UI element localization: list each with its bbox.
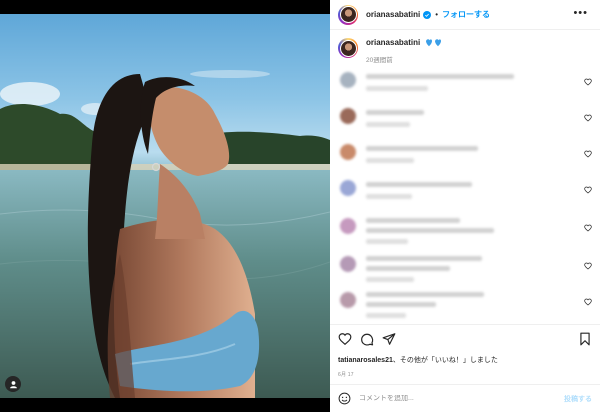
comment-avatar[interactable] [340, 256, 356, 272]
comment-like-heart-icon[interactable] [584, 150, 592, 158]
more-options-button[interactable]: ••• [573, 8, 588, 19]
author-username[interactable]: orianasabatini [366, 10, 420, 19]
comment-text-blurred [366, 218, 460, 223]
comment-text-blurred [366, 302, 436, 307]
comment-meta-blurred [366, 313, 406, 318]
comment-meta-blurred [366, 122, 410, 127]
post-comment-button[interactable]: 投稿する [564, 394, 592, 404]
post-photo[interactable] [0, 14, 330, 398]
comment-item [330, 138, 600, 172]
comment-text-blurred [366, 146, 478, 151]
comment-like-heart-icon[interactable] [584, 298, 592, 306]
caption-username[interactable]: orianasabatini [366, 38, 420, 47]
action-bar [338, 332, 396, 346]
post-actions-section: tatianarosales21、その他が「いいね！」しました 6月 17 [330, 324, 600, 380]
comment-avatar[interactable] [340, 180, 356, 196]
emoji-picker-button[interactable] [338, 392, 351, 405]
bookmark-icon [580, 332, 590, 346]
comment-like-heart-icon[interactable] [584, 262, 592, 270]
comment-text-blurred [366, 182, 472, 187]
instagram-post-modal: orianasabatini • フォローする ••• orianasabati… [0, 0, 600, 412]
smiley-icon [338, 392, 351, 405]
likes-text: 、その他が「いいね！」しました [392, 357, 498, 364]
comment-meta-blurred [366, 86, 428, 91]
comment-avatar[interactable] [340, 72, 356, 88]
comment-item [330, 286, 600, 320]
wave-emoji-icon [435, 39, 442, 47]
speech-bubble-icon [361, 333, 374, 346]
comment-text-blurred [366, 256, 482, 261]
post-info-panel: orianasabatini • フォローする ••• orianasabati… [330, 0, 600, 412]
caption-time-ago: 20週間前 [366, 57, 393, 64]
comment-item [330, 66, 600, 100]
caption-emojis [425, 38, 442, 47]
comment-like-heart-icon[interactable] [584, 78, 592, 86]
wave-emoji-icon [426, 39, 433, 47]
tagged-users-button[interactable] [5, 376, 21, 392]
comment-meta-blurred [366, 158, 414, 163]
comment-avatar[interactable] [340, 108, 356, 124]
comment-input[interactable] [359, 395, 564, 402]
comment-meta-blurred [366, 277, 414, 282]
post-date: 6月 17 [338, 372, 354, 378]
comment-like-heart-icon[interactable] [584, 224, 592, 232]
comment-text-blurred [366, 228, 494, 233]
person-icon [9, 380, 17, 388]
comment-item [330, 102, 600, 136]
comment-text-blurred [366, 110, 424, 115]
post-caption: orianasabatini 20週間前 [338, 38, 592, 64]
like-button[interactable] [338, 332, 352, 346]
author-avatar[interactable] [338, 4, 358, 25]
comment-button[interactable] [360, 332, 374, 346]
add-comment-bar: 投稿する [330, 384, 600, 412]
save-button[interactable] [578, 332, 592, 346]
comment-avatar[interactable] [340, 218, 356, 234]
comment-text-blurred [366, 292, 484, 297]
heart-icon [338, 333, 352, 346]
likes-user[interactable]: tatianarosales21 [338, 357, 393, 364]
comment-item [330, 250, 600, 284]
comment-avatar[interactable] [340, 292, 356, 308]
caption-author-avatar[interactable] [338, 38, 358, 58]
post-header: orianasabatini • フォローする ••• [330, 0, 600, 30]
comment-text-blurred [366, 266, 450, 271]
comment-like-heart-icon[interactable] [584, 114, 592, 122]
comment-item [330, 174, 600, 208]
paper-plane-icon [382, 333, 396, 345]
comment-avatar[interactable] [340, 144, 356, 160]
comment-meta-blurred [366, 194, 412, 199]
comment-meta-blurred [366, 239, 408, 244]
comment-text-blurred [366, 74, 514, 79]
verified-badge-icon [423, 10, 432, 19]
share-button[interactable] [382, 332, 396, 346]
likes-summary: tatianarosales21、その他が「いいね！」しました [338, 355, 498, 365]
header-separator: • [435, 10, 439, 19]
follow-button[interactable]: フォローする [442, 9, 490, 20]
photo-illustration [0, 70, 330, 398]
post-media [0, 0, 330, 412]
comment-item [330, 212, 600, 246]
comment-like-heart-icon[interactable] [584, 186, 592, 194]
